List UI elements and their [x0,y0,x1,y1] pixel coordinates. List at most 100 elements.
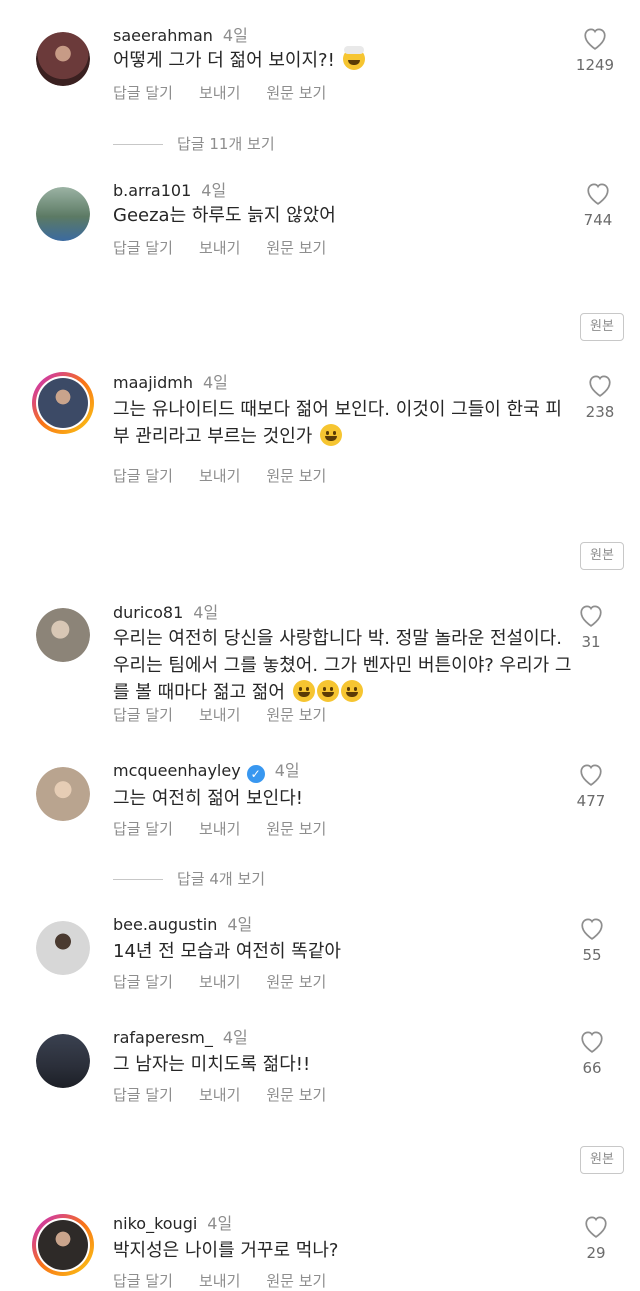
comment-actions: 답글 달기 보내기 원문 보기 [113,1270,352,1291]
see-original-button[interactable]: 원문 보기 [266,973,326,991]
reply-button[interactable]: 답글 달기 [113,1086,173,1104]
reply-button[interactable]: 답글 달기 [113,239,173,257]
reply-button[interactable]: 답글 달기 [113,820,173,838]
comment-text: 그 남자는 미치도록 젊다!! [113,1054,311,1075]
comment-username[interactable]: rafaperesm_ [113,1028,213,1047]
original-badge[interactable]: 원본 [580,313,624,341]
avatar[interactable] [36,32,90,86]
like-button[interactable]: 744 [568,181,628,229]
like-button[interactable]: 29 [566,1214,626,1262]
avatar-image [36,187,90,241]
send-button[interactable]: 보내기 [199,706,240,724]
comment-username[interactable]: niko_kougi [113,1214,197,1233]
avatar[interactable] [36,767,90,821]
like-button[interactable]: 55 [562,916,622,964]
like-count: 55 [582,946,602,964]
comment-username[interactable]: mcqueenhayley [113,761,241,780]
comment-username[interactable]: maajidmh [113,373,193,392]
heart-icon [581,918,603,940]
avatar-story-ring[interactable] [32,372,94,434]
like-button[interactable]: 238 [570,373,630,421]
see-original-button[interactable]: 원문 보기 [266,467,326,485]
avatar-image [36,1034,90,1088]
reply-button[interactable]: 답글 달기 [113,467,173,485]
reply-button[interactable]: 답글 달기 [113,973,173,991]
comment-username-line: bee.augustin 4일 [113,911,252,935]
comment-actions: 답글 달기 보내기 원문 보기 [113,818,352,839]
avatar-story-ring[interactable] [32,1214,94,1276]
comment-username[interactable]: bee.augustin [113,915,217,934]
comment-time: 4일 [227,915,253,934]
send-button[interactable]: 보내기 [199,467,240,485]
avatar[interactable] [36,187,90,241]
see-original-button[interactable]: 원문 보기 [266,1086,326,1104]
comment-text: 그는 여전히 젊어 보인다! [113,788,303,809]
comment-time: 4일 [274,761,300,780]
reply-button[interactable]: 답글 달기 [113,1272,173,1290]
view-replies-label: 답글 11개 보기 [177,135,275,153]
comment-time: 4일 [222,1028,248,1047]
comment-actions: 답글 달기 보내기 원문 보기 [113,82,352,103]
like-button[interactable]: 31 [561,603,621,651]
smile-emoji-icon [292,680,315,702]
comment-text: 박지성은 나이를 거꾸로 먹나? [113,1240,339,1261]
heart-icon [589,375,611,397]
avatar[interactable] [36,921,90,975]
see-original-button[interactable]: 원문 보기 [266,820,326,838]
divider-line [113,879,163,880]
comment-time: 4일 [202,373,228,392]
comment-text: 우리는 여전히 당신을 사랑합니다 박. 정말 놀라운 전설이다. 우리는 팀에… [113,625,575,706]
comment-actions: 답글 달기 보내기 원문 보기 [113,704,352,725]
original-badge[interactable]: 원본 [580,542,624,570]
comment-username-line: b.arra101 4일 [113,177,226,201]
send-button[interactable]: 보내기 [199,239,240,257]
avatar[interactable] [36,608,90,662]
like-count: 1249 [575,56,615,74]
heart-icon [585,1216,607,1238]
send-button[interactable]: 보내기 [199,1272,240,1290]
comment-time: 4일 [222,26,248,45]
avatar-image [36,921,90,975]
see-original-button[interactable]: 원문 보기 [266,84,326,102]
comment-text: Geeza는 하루도 늙지 않았어 [113,205,336,226]
see-original-button[interactable]: 원문 보기 [266,706,326,724]
avatar-image [36,32,90,86]
reply-button[interactable]: 답글 달기 [113,84,173,102]
avatar-image [36,767,90,821]
comment-username-line: rafaperesm_ 4일 [113,1024,248,1048]
avatar-image [38,1220,88,1270]
comment-username[interactable]: saeerahman [113,26,213,45]
original-badge[interactable]: 원본 [580,1146,624,1174]
send-button[interactable]: 보내기 [199,1086,240,1104]
comment-username-line: niko_kougi 4일 [113,1210,232,1234]
verified-badge-icon: ✓ [246,765,265,783]
comment-time: 4일 [207,1214,233,1233]
comment-username[interactable]: b.arra101 [113,181,191,200]
see-original-button[interactable]: 원문 보기 [266,239,326,257]
like-button[interactable]: 477 [561,762,621,810]
like-button[interactable]: 66 [562,1029,622,1077]
view-replies-button[interactable]: 답글 4개 보기 [113,868,265,889]
send-button[interactable]: 보내기 [199,820,240,838]
comment-actions: 답글 달기 보내기 원문 보기 [113,1084,352,1105]
like-count: 477 [576,792,606,810]
avatar-image [36,608,90,662]
avatar[interactable] [36,1034,90,1088]
comment-username[interactable]: durico81 [113,603,183,622]
comment-username-line: durico81 4일 [113,599,218,623]
like-button[interactable]: 1249 [565,26,625,74]
view-replies-button[interactable]: 답글 11개 보기 [113,133,275,154]
send-button[interactable]: 보내기 [199,84,240,102]
send-button[interactable]: 보내기 [199,973,240,991]
see-original-button[interactable]: 원문 보기 [266,1272,326,1290]
exploding-head-emoji-icon [342,46,365,70]
smile-emoji-icon [316,680,339,702]
heart-icon [580,605,602,627]
comment-actions: 답글 달기 보내기 원문 보기 [113,465,352,486]
like-count: 29 [586,1244,606,1262]
heart-icon [587,183,609,205]
comment-time: 4일 [201,181,227,200]
comment-username-line: saeerahman 4일 [113,22,248,46]
comment-actions: 답글 달기 보내기 원문 보기 [113,237,352,258]
reply-button[interactable]: 답글 달기 [113,706,173,724]
